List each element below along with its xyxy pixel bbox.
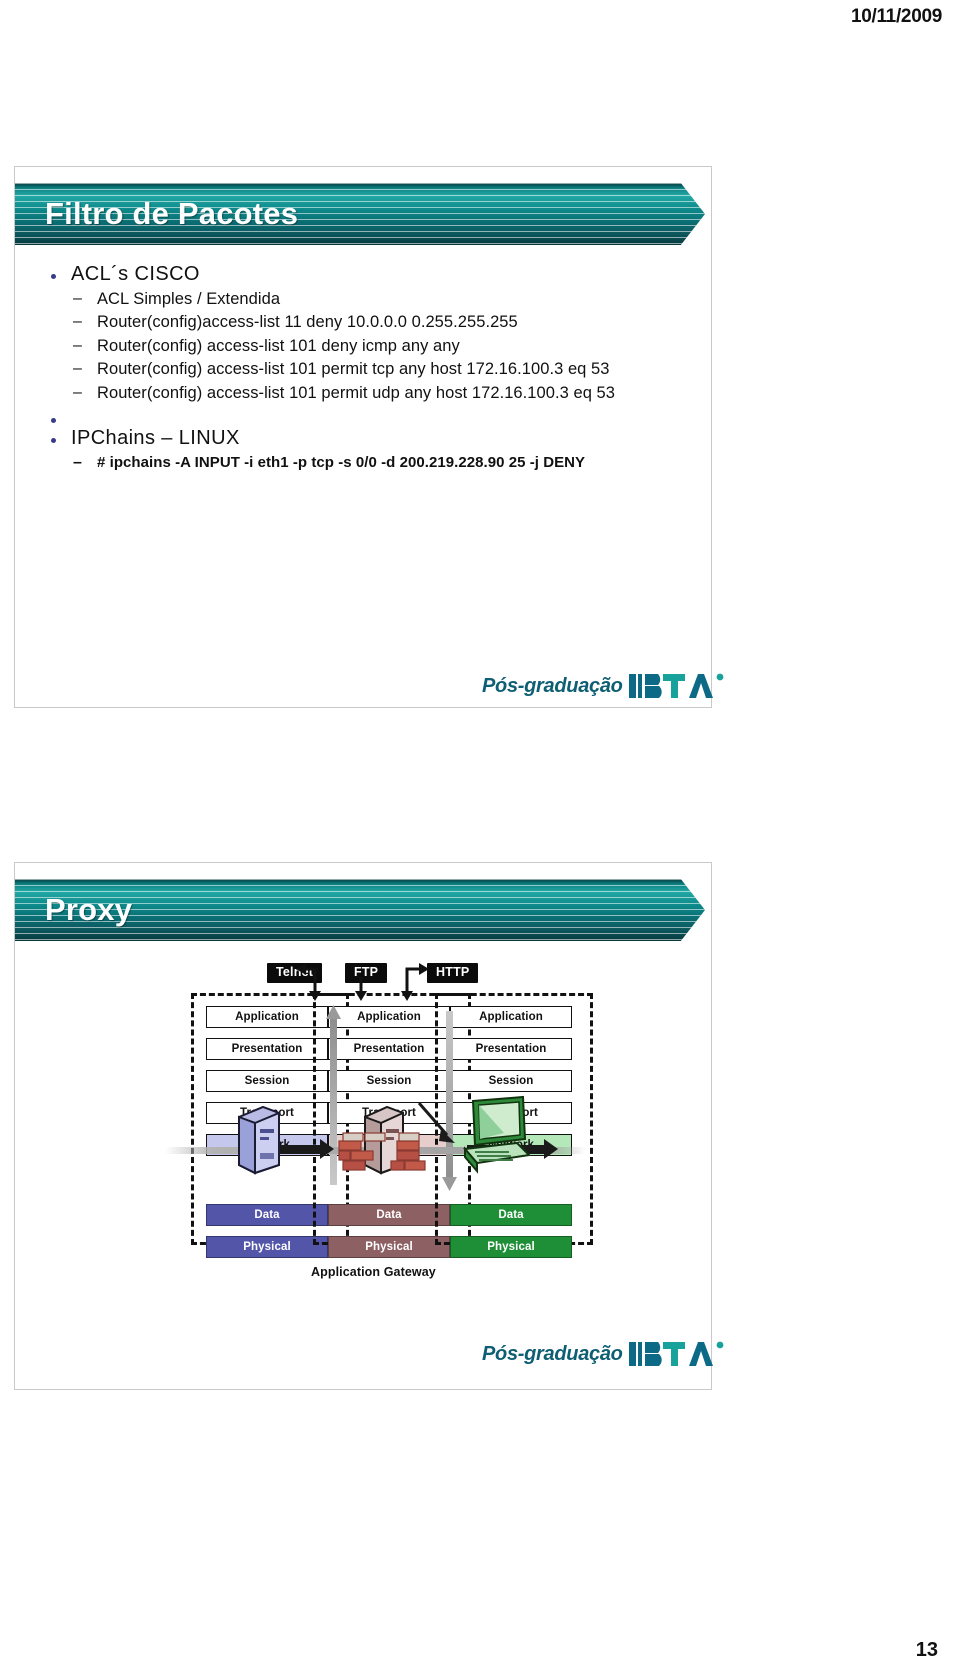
sub-bullet-list-acl: ACL Simples / Extendida Router(config)ac…	[71, 288, 687, 405]
slide-1-body: ACL´s CISCO ACL Simples / Extendida Rout…	[15, 245, 711, 475]
bullet-acl-cisco: ACL´s CISCO ACL Simples / Extendida Rout…	[45, 263, 687, 405]
layer-presentation: Presentation	[206, 1038, 328, 1060]
layer-data: Data	[450, 1204, 572, 1226]
page-title: Filtro de Pacotes	[45, 196, 299, 231]
page-number: 13	[915, 1639, 938, 1661]
layer-physical: Physical	[328, 1236, 450, 1258]
sub-bullet: Router(config)access-list 11 deny 10.0.0…	[71, 311, 687, 334]
layer-physical: Physical	[206, 1236, 328, 1258]
sub-bullet: ACL Simples / Extendida	[71, 288, 687, 311]
bullet-list: ACL´s CISCO ACL Simples / Extendida Rout…	[45, 263, 687, 475]
ibta-logo: Pós-graduação	[482, 672, 725, 700]
pos-graduacao-label: Pós-graduação	[482, 1342, 623, 1365]
ibta-logo: Pós-graduação	[482, 1340, 725, 1368]
slide-2-title-banner: Proxy	[15, 879, 705, 947]
bullet-spacer	[45, 407, 687, 425]
client-tower-icon	[238, 1105, 280, 1175]
sub-bullet: Router(config) access-list 101 deny icmp…	[71, 335, 687, 358]
page-date: 10/11/2009	[850, 6, 942, 27]
slide-1-title-banner: Filtro de Pacotes	[15, 183, 705, 251]
proxy-diagram: Telnet FTP HTTP Application Presentation…	[15, 947, 705, 1337]
sub-bullet: Router(config) access-list 101 permit tc…	[71, 358, 687, 381]
layer-session: Session	[206, 1070, 328, 1092]
diagram-caption: Application Gateway	[311, 1265, 436, 1279]
layer-data: Data	[206, 1204, 328, 1226]
sub-bullet: # ipchains -A INPUT -i eth1 -p tcp -s 0/…	[71, 452, 687, 475]
bullet-label: IPChains – LINUX	[71, 427, 240, 450]
layer-physical: Physical	[450, 1236, 572, 1258]
gateway-out-arrow	[417, 1102, 455, 1143]
bullet-ipchains-linux: IPChains – LINUX # ipchains -A INPUT -i …	[45, 427, 687, 475]
bullet-label: ACL´s CISCO	[71, 263, 200, 285]
slide-proxy: Proxy Telnet FTP HTTP Application Presen…	[14, 862, 712, 1390]
ibta-logo-mark	[628, 672, 725, 700]
pos-graduacao-label: Pós-graduação	[482, 674, 623, 697]
layer-application: Application	[206, 1006, 328, 1028]
layer-data: Data	[328, 1204, 450, 1226]
slide-filtro-de-pacotes: Filtro de Pacotes ACL´s CISCO ACL Simple…	[14, 166, 712, 708]
sub-bullet: Router(config) access-list 101 permit ud…	[71, 382, 687, 405]
ibta-logo-mark	[628, 1340, 725, 1368]
sub-bullet-list-ipchains: # ipchains -A INPUT -i eth1 -p tcp -s 0/…	[71, 452, 687, 475]
page-title: Proxy	[45, 892, 133, 927]
